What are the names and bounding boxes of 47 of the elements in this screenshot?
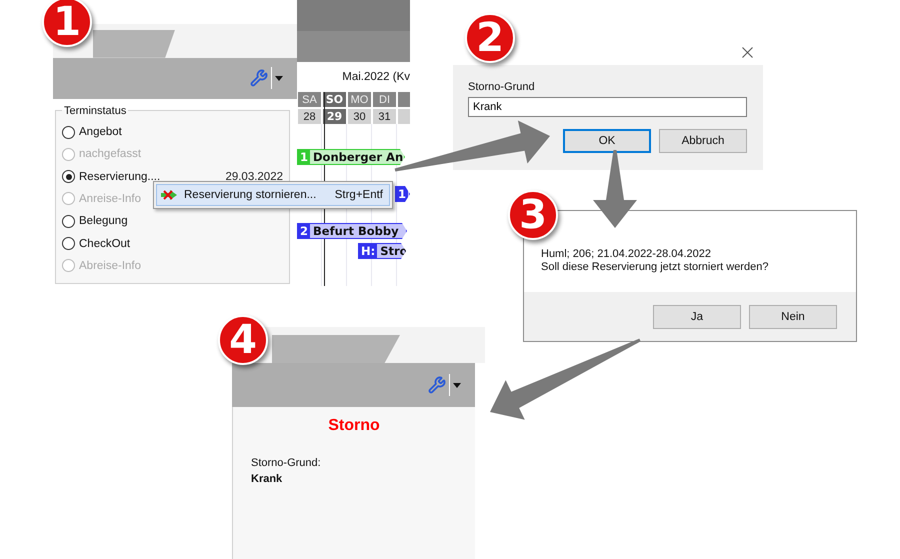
radio-label: Angebot [79, 126, 122, 138]
radio-button[interactable] [62, 170, 75, 184]
message-text: Soll diese Reservierung jetzt storniert werden? [541, 261, 770, 274]
dialog-button[interactable]: Nein [749, 304, 837, 328]
step-badge: 4 [218, 315, 268, 365]
dialog-button[interactable]: Ja [653, 304, 741, 328]
dialog-button[interactable]: OK [563, 129, 651, 153]
wrench-icon[interactable] [428, 376, 446, 394]
radio-label: CheckOut [79, 238, 130, 250]
caret-icon[interactable] [453, 382, 461, 388]
radio-button[interactable] [62, 126, 75, 139]
step-badge: 2 [465, 13, 515, 63]
booking-bar[interactable]: 1 Donberger An [297, 149, 405, 165]
booking-bar[interactable]: 1 [395, 186, 410, 202]
dialog-button[interactable]: Abbruch [659, 129, 747, 153]
date-cell: 28 [298, 109, 321, 124]
radio-label: Belegung [79, 215, 128, 228]
radio-label: Reservierung.... [79, 170, 160, 183]
group-title: Terminstatus [63, 104, 128, 117]
wrench-icon[interactable] [250, 69, 268, 88]
status-title: Storno [328, 417, 380, 435]
radio-label: Anreise-Info [79, 192, 142, 205]
field-label: Storno-Grund: [251, 457, 322, 469]
close-icon[interactable] [742, 47, 753, 58]
radio-label: nachgefasst [79, 148, 142, 160]
menu-item[interactable]: Reservierung stornieren... Strg+Entf [156, 184, 390, 206]
weekday-cell: SA [298, 92, 321, 107]
date-cell: 31 [373, 109, 396, 124]
date-cell: 29 [323, 109, 346, 124]
field-value: Krank [251, 473, 284, 485]
field-label: Storno-Grund [468, 81, 536, 93]
weekday-cell: MO [348, 92, 371, 107]
weekday-cell: DI [373, 92, 396, 107]
step-badge: 3 [508, 190, 558, 240]
message-text: Huml; 206; 21.04.2022-28.04.2022 [541, 248, 712, 261]
radio-label: Abreise-Info [79, 260, 142, 272]
status-date: 29.03.2022 [225, 170, 283, 183]
cancel-arrow-icon [160, 189, 178, 201]
date-cell: 30 [348, 109, 371, 124]
radio-button[interactable] [62, 237, 75, 250]
caret-icon[interactable] [275, 76, 283, 81]
radio-button[interactable] [62, 214, 75, 228]
month-label: Mai.2022 (Kv [342, 71, 410, 83]
booking-bar[interactable]: 2 Befurt Bobby [297, 223, 407, 239]
reason-field[interactable]: Krank [468, 97, 747, 117]
step-badge: 1 [42, 0, 92, 47]
weekday-cell: SO [323, 92, 346, 107]
